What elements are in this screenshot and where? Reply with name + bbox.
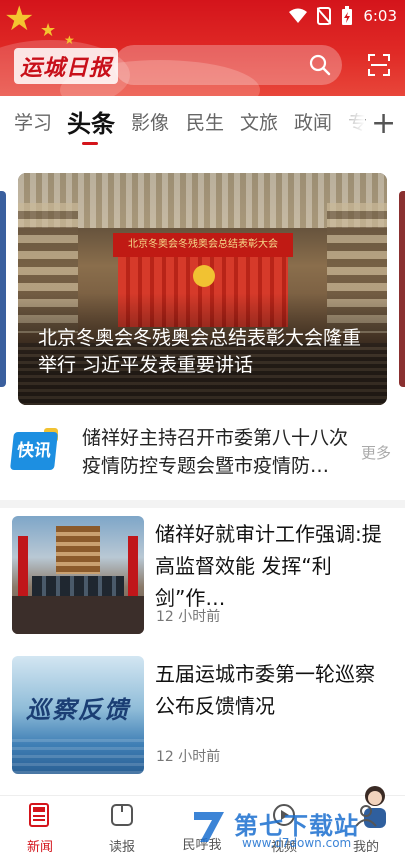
- battery-charging-icon: [342, 6, 353, 25]
- carousel-prev-peek: [0, 191, 6, 387]
- article-time: 12 小时前: [156, 609, 221, 625]
- list-item[interactable]: 储祥好就审计工作强调:提高监督效能 发挥“利剑”作… 12 小时前: [0, 516, 405, 646]
- carousel-slide[interactable]: 北京冬奥会冬残奥会总结表彰大会 北京冬奥会冬残奥会总结表彰大会隆重举行 习近平发…: [18, 173, 387, 405]
- article-thumbnail: 巡察反馈: [12, 656, 144, 774]
- article-title[interactable]: 储祥好就审计工作强调:提高监督效能 发挥“利剑”作…: [155, 518, 393, 614]
- site-watermark: 第七下载站 www.d7down.com: [190, 800, 405, 855]
- flash-news-label: 快讯: [10, 432, 58, 470]
- scan-icon[interactable]: [367, 53, 391, 77]
- search-input[interactable]: [114, 45, 342, 85]
- star-icon: ★: [4, 0, 35, 39]
- flash-news-text[interactable]: 储祥好主持召开市委第八十八次疫情防控专题会暨市疫情防…: [82, 424, 352, 480]
- flash-news-badge: 快讯: [10, 428, 58, 472]
- tab-fade: [325, 96, 365, 152]
- nav-label: 读报: [108, 840, 135, 855]
- nav-label: 新闻: [26, 840, 53, 855]
- thumb-image: [56, 526, 100, 574]
- tab-xuexi[interactable]: 学习: [14, 108, 52, 135]
- article-thumbnail: [12, 516, 144, 634]
- app-logo: 运城日报: [14, 48, 119, 84]
- thumb-text: 巡察反馈: [26, 695, 130, 724]
- national-emblem: [193, 265, 215, 287]
- search-icon[interactable]: [308, 53, 332, 77]
- more-link[interactable]: 更多: [361, 442, 391, 463]
- add-channel-icon[interactable]: +: [371, 106, 396, 142]
- star-icon: ★: [64, 33, 75, 47]
- article-title[interactable]: 五届运城市委第一轮巡察公布反馈情况: [155, 658, 393, 722]
- watermark-url: www.d7down.com: [242, 836, 352, 850]
- section-divider: [0, 500, 405, 508]
- channel-tabs: 学习 头条 影像 民生 文旅 政闻 专 +: [0, 96, 405, 152]
- nav-news[interactable]: 新闻: [10, 802, 70, 855]
- tab-minsheng[interactable]: 民生: [186, 108, 224, 135]
- thumb-image: [12, 736, 144, 774]
- app-header: ★ ★ ★ 6:03 运城日报: [0, 0, 405, 96]
- flash-news[interactable]: 快讯 储祥好主持召开市委第八十八次疫情防控专题会暨市疫情防… 更多: [0, 420, 405, 492]
- watermark-logo: [194, 812, 224, 842]
- tab-toutiao[interactable]: 头条: [67, 104, 115, 139]
- slide-banner-text: 北京冬奥会冬残奥会总结表彰大会: [113, 233, 293, 257]
- active-tab-indicator: [82, 142, 98, 145]
- headline-carousel[interactable]: 北京冬奥会冬残奥会总结表彰大会 北京冬奥会冬残奥会总结表彰大会隆重举行 习近平发…: [0, 173, 405, 405]
- tab-yingxiang[interactable]: 影像: [131, 108, 169, 135]
- wifi-icon: [289, 8, 308, 23]
- status-time: 6:03: [363, 7, 397, 25]
- status-bar: 6:03: [289, 4, 397, 28]
- flag: [18, 536, 28, 596]
- star-icon: ★: [40, 20, 57, 41]
- no-sim-icon: [317, 7, 332, 25]
- newspaper-icon: [111, 804, 133, 826]
- nav-read-paper[interactable]: 读报: [92, 802, 152, 855]
- slide-title[interactable]: 北京冬奥会冬残奥会总结表彰大会隆重举行 习近平发表重要讲话: [38, 325, 373, 379]
- news-icon: [29, 803, 49, 827]
- flag: [128, 536, 138, 596]
- thumb-image: [12, 596, 144, 634]
- list-item[interactable]: 巡察反馈 五届运城市委第一轮巡察公布反馈情况 12 小时前: [0, 656, 405, 786]
- tab-wenlv[interactable]: 文旅: [240, 108, 278, 135]
- carousel-next-peek: [399, 191, 405, 387]
- article-time: 12 小时前: [156, 749, 221, 765]
